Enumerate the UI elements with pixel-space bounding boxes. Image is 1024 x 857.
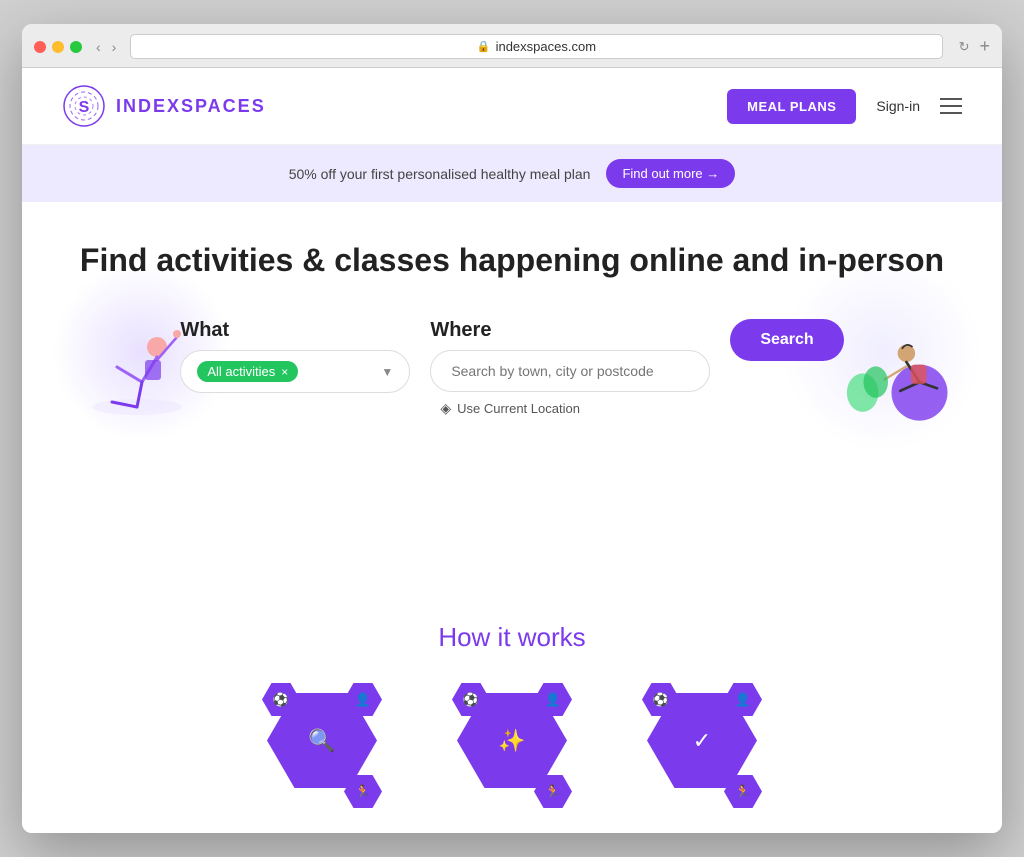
activity-dropdown[interactable]: All activities × ▼ <box>180 350 410 393</box>
back-button[interactable]: ‹ <box>92 37 105 57</box>
hex-cluster-2: 👤 ⚽ ✨ 🏃 <box>447 683 577 813</box>
new-tab-button[interactable]: + <box>979 36 990 57</box>
page: S INDEXSPACES MEAL PLANS Sign-in 50% off… <box>22 68 1002 833</box>
how-it-works-steps: 👤 ⚽ 🔍 🏃 👤 ⚽ ✨ 🏃 <box>62 683 962 813</box>
hamburger-menu[interactable] <box>940 98 962 114</box>
search-form: What All activities × ▼ Where ◈ <box>62 319 962 417</box>
search-button-container: Search <box>730 319 843 363</box>
find-out-more-button[interactable]: Find out more → <box>606 159 735 188</box>
hamburger-line-1 <box>940 98 962 100</box>
signin-link[interactable]: Sign-in <box>876 98 920 114</box>
close-button[interactable] <box>34 41 46 53</box>
header-right: MEAL PLANS Sign-in <box>727 89 962 124</box>
logo-icon: S <box>62 84 106 128</box>
how-step-2: 👤 ⚽ ✨ 🏃 <box>447 683 577 813</box>
browser-chrome: ‹ › 🔒 indexspaces.com ↻ + <box>22 24 1002 68</box>
where-label: Where <box>430 319 710 342</box>
dropdown-arrow-icon: ▼ <box>381 365 393 379</box>
traffic-lights <box>34 41 82 53</box>
location-icon: ◈ <box>440 400 451 417</box>
use-location-button[interactable]: ◈ Use Current Location <box>430 400 710 417</box>
hero-title: Find activities & classes happening onli… <box>62 242 962 279</box>
header: S INDEXSPACES MEAL PLANS Sign-in <box>22 68 1002 145</box>
location-input[interactable] <box>430 350 710 392</box>
minimize-button[interactable] <box>52 41 64 53</box>
meal-plans-button[interactable]: MEAL PLANS <box>727 89 856 124</box>
hex-cluster-1: 👤 ⚽ 🔍 🏃 <box>257 683 387 813</box>
address-bar[interactable]: 🔒 indexspaces.com <box>130 34 942 59</box>
remove-tag-button[interactable]: × <box>281 365 288 379</box>
refresh-button[interactable]: ↻ <box>959 39 970 55</box>
hero-section: Find activities & classes happening onli… <box>22 202 1002 582</box>
fullscreen-button[interactable] <box>70 41 82 53</box>
use-location-text: Use Current Location <box>457 401 580 416</box>
where-field: Where ◈ Use Current Location <box>430 319 710 417</box>
how-step-3: 👤 ⚽ ✓ 🏃 <box>637 683 767 813</box>
search-button[interactable]: Search <box>730 319 843 361</box>
nav-arrows: ‹ › <box>92 37 120 57</box>
how-step-1: 👤 ⚽ 🔍 🏃 <box>257 683 387 813</box>
activity-tag: All activities × <box>197 361 298 382</box>
hex-cluster-3: 👤 ⚽ ✓ 🏃 <box>637 683 767 813</box>
hamburger-line-3 <box>940 112 962 114</box>
banner-text: 50% off your first personalised healthy … <box>289 166 591 182</box>
logo[interactable]: S INDEXSPACES <box>62 84 266 128</box>
what-field: What All activities × ▼ <box>180 319 410 393</box>
url-text: indexspaces.com <box>496 39 596 54</box>
logo-text: INDEXSPACES <box>116 96 266 117</box>
what-label: What <box>180 319 410 342</box>
promo-banner: 50% off your first personalised healthy … <box>22 145 1002 202</box>
how-it-works-section: How it works 👤 ⚽ 🔍 🏃 👤 ⚽ <box>22 582 1002 833</box>
svg-text:S: S <box>79 99 90 116</box>
lock-icon: 🔒 <box>477 40 491 53</box>
browser-window: ‹ › 🔒 indexspaces.com ↻ + S INDEXSPACES <box>22 24 1002 833</box>
hamburger-line-2 <box>940 105 962 107</box>
how-it-works-title: How it works <box>62 622 962 653</box>
forward-button[interactable]: › <box>108 37 121 57</box>
activity-tag-text: All activities <box>207 364 275 379</box>
